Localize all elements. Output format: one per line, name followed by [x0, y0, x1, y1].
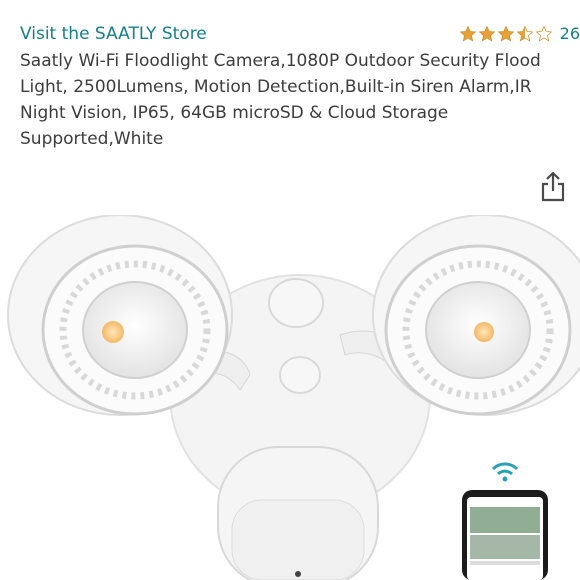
phone-mockup	[462, 490, 548, 580]
camera-sensor	[217, 446, 379, 580]
stars	[459, 25, 553, 43]
left-floodlight	[7, 215, 233, 416]
star-full-icon	[497, 25, 515, 42]
product-image[interactable]	[0, 215, 580, 580]
right-floodlight	[372, 215, 580, 416]
wifi-icon	[491, 462, 519, 482]
rating-count[interactable]: 26	[560, 24, 580, 43]
star-full-icon	[478, 25, 496, 42]
product-title: Saatly Wi-Fi Floodlight Camera,1080P Out…	[20, 51, 541, 149]
visit-store-link[interactable]: Visit the SAATLY Store	[20, 24, 207, 44]
star-rating[interactable]: 26	[459, 24, 580, 43]
share-icon[interactable]	[540, 170, 566, 202]
star-full-icon	[459, 25, 477, 42]
star-empty-icon	[535, 25, 553, 42]
star-half-icon	[516, 25, 534, 42]
